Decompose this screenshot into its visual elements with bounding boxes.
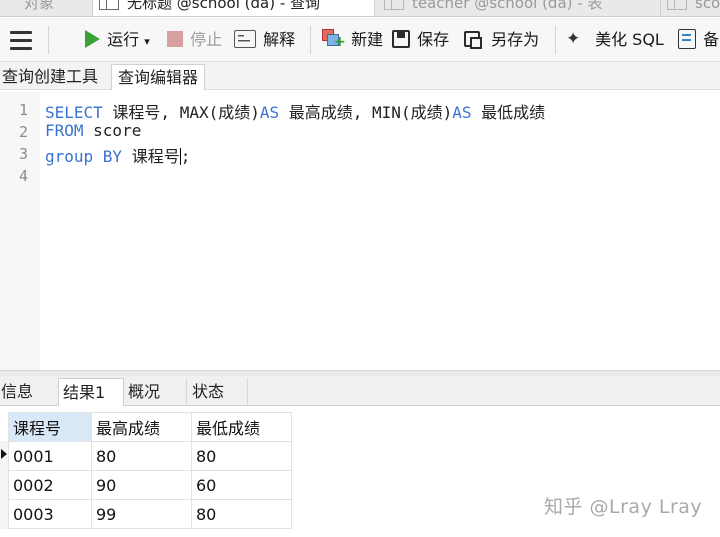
- tab-result-1[interactable]: 结果1: [58, 378, 124, 406]
- new-button[interactable]: + 新建: [322, 28, 383, 52]
- table-cell[interactable]: 80: [91, 441, 192, 471]
- table-tab-icon: [667, 0, 687, 10]
- explain-button-label: 解释: [263, 30, 296, 49]
- sql-keyword: AS: [452, 103, 472, 122]
- table-cell[interactable]: 90: [91, 470, 192, 500]
- save-icon: [392, 30, 410, 48]
- tab-info[interactable]: 信息: [0, 378, 59, 406]
- query-toolbar: 运行 ▾ 停止 解释 + 新建 保存 另存为 ✦ 美化 SQL 备: [0, 18, 720, 62]
- current-row-arrow-icon: [1, 449, 7, 459]
- new-button-label: 新建: [351, 30, 384, 49]
- menu-icon[interactable]: [10, 31, 32, 51]
- sql-keyword: SELECT: [45, 103, 103, 122]
- backup-button[interactable]: 备: [678, 28, 719, 52]
- line-number: 2: [18, 123, 28, 141]
- stop-button-label: 停止: [190, 30, 223, 49]
- save-button-label: 保存: [417, 30, 450, 49]
- tab-label: 结果1: [63, 383, 106, 402]
- table-cell[interactable]: 99: [91, 499, 192, 529]
- tab-label: 查询创建工具: [2, 67, 99, 86]
- stop-icon: [167, 31, 183, 47]
- window-tab-query[interactable]: 无标题 @school (da) - 查询: [92, 0, 375, 16]
- line-number: 4: [18, 167, 28, 185]
- sql-text: ;: [180, 147, 191, 166]
- stop-button[interactable]: 停止: [167, 28, 222, 52]
- code-line[interactable]: FROM score: [45, 121, 141, 140]
- save-as-button-label: 另存为: [491, 30, 540, 49]
- line-number: 1: [18, 101, 28, 119]
- table-cell[interactable]: 0002: [8, 470, 92, 500]
- sql-text: 最低成绩: [471, 103, 546, 122]
- tab-label: 信息: [1, 382, 34, 401]
- backup-icon: [678, 29, 696, 49]
- table-cell[interactable]: 0001: [8, 441, 92, 471]
- save-button[interactable]: 保存: [392, 28, 449, 52]
- table-cell[interactable]: 60: [191, 470, 292, 500]
- save-as-button[interactable]: 另存为: [464, 28, 539, 52]
- new-query-icon: +: [322, 29, 346, 49]
- line-number: 3: [18, 145, 28, 163]
- chevron-down-icon[interactable]: ▾: [144, 35, 150, 48]
- toolbar-divider: [48, 26, 49, 54]
- code-line[interactable]: SELECT 课程号, MAX(成绩)AS 最高成绩, MIN(成绩)AS 最低…: [45, 99, 545, 123]
- play-icon: [85, 30, 100, 48]
- save-as-icon: [464, 29, 484, 49]
- sql-text: score: [83, 121, 142, 140]
- run-button[interactable]: 运行 ▾: [85, 28, 150, 52]
- tab-status[interactable]: 状态: [188, 378, 248, 406]
- explain-button[interactable]: 解释: [234, 28, 295, 52]
- explain-icon: [234, 30, 256, 48]
- table-row[interactable]: 0001 80 80: [8, 441, 292, 471]
- column-header[interactable]: 课程号: [8, 412, 92, 442]
- column-header[interactable]: 最低成绩: [191, 412, 292, 442]
- tab-profile[interactable]: 概况: [124, 378, 187, 406]
- window-tab-teacher[interactable]: teacher @school (da) - 表: [378, 0, 658, 16]
- beautify-sql-button[interactable]: ✦ 美化 SQL: [566, 28, 664, 52]
- table-row[interactable]: 0003 99 80: [8, 499, 292, 529]
- run-button-label: 运行: [107, 30, 140, 49]
- magic-wand-icon: ✦: [566, 29, 581, 49]
- table-cell[interactable]: 80: [191, 441, 292, 471]
- table-tab-icon: [384, 0, 404, 10]
- watermark: 知乎 @Lray Lray: [544, 496, 703, 518]
- sql-text: 最高成绩, MIN(成绩): [279, 103, 453, 122]
- table-cell[interactable]: 80: [191, 499, 292, 529]
- table-header-row: 课程号 最高成绩 最低成绩: [8, 412, 292, 442]
- window-tab-label: teacher @school (da) - 表: [412, 0, 603, 12]
- result-table: 课程号 最高成绩 最低成绩 0001 80 80 0002 90 60 0003…: [8, 412, 292, 529]
- beautify-sql-label: 美化 SQL: [595, 30, 664, 49]
- result-tabs: 信息 结果1 概况 状态: [0, 376, 720, 406]
- query-mode-tabs: 查询创建工具 查询编辑器: [0, 62, 720, 90]
- table-row[interactable]: 0002 90 60: [8, 470, 292, 500]
- sql-keyword: AS: [259, 103, 280, 122]
- toolbar-divider: [310, 26, 311, 54]
- window-tab-score[interactable]: sco: [660, 0, 720, 16]
- table-cell[interactable]: 0003: [8, 499, 92, 529]
- column-header[interactable]: 最高成绩: [91, 412, 192, 442]
- tab-query-builder[interactable]: 查询创建工具: [0, 64, 104, 90]
- tab-label: 状态: [192, 382, 225, 401]
- window-tab-strip: 对象 无标题 @school (da) - 查询 teacher @school…: [0, 0, 720, 17]
- sql-text: 课程号, MAX(成绩): [102, 103, 260, 122]
- toolbar-divider: [555, 26, 556, 54]
- sql-keyword: FROM: [45, 121, 84, 140]
- tab-query-editor[interactable]: 查询编辑器: [111, 64, 206, 90]
- tab-label: 查询编辑器: [118, 68, 199, 87]
- sql-keyword: group BY: [45, 147, 123, 166]
- backup-button-label: 备: [703, 30, 720, 49]
- window-tab-label: sco: [695, 0, 720, 12]
- line-number-gutter: 1 2 3 4: [0, 92, 40, 370]
- tab-label: 概况: [128, 382, 161, 401]
- window-tab-label: 无标题 @school (da) - 查询: [127, 0, 320, 12]
- window-tab-label: 对象: [24, 0, 55, 12]
- query-tab-icon: [99, 0, 119, 10]
- sql-editor[interactable]: 1 2 3 4 SELECT 课程号, MAX(成绩)AS 最高成绩, MIN(…: [0, 92, 720, 370]
- window-tab-objects[interactable]: 对象: [18, 0, 55, 16]
- code-line[interactable]: group BY 课程号;: [45, 143, 190, 167]
- sql-text: 课程号: [122, 147, 180, 166]
